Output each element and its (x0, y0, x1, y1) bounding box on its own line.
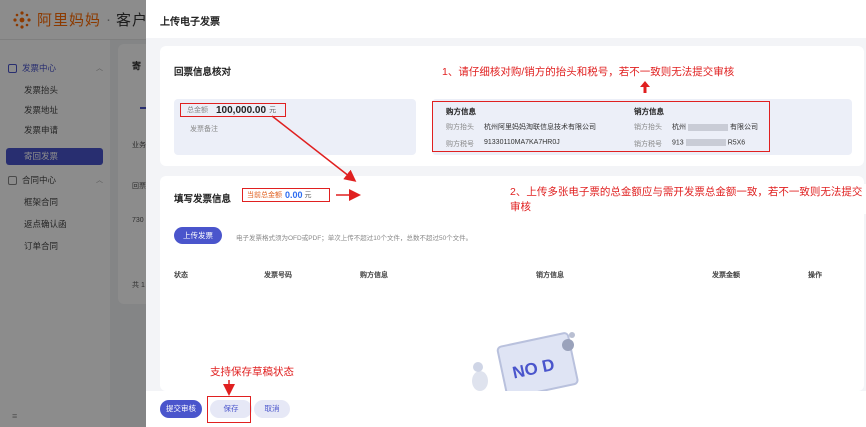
cancel-button[interactable]: 取消 (254, 400, 290, 418)
upload-invoice-drawer: 上传电子发票 回票信息核对 总金额 100,000.00 元 发票备注 购方信息… (146, 0, 866, 427)
upload-invoice-button[interactable]: 上传发票 (174, 227, 222, 244)
save-button-highlight (207, 396, 251, 423)
column-header-invoice-amount: 发票金额 (712, 272, 740, 279)
amount-summary: 总金额 100,000.00 元 发票备注 (174, 99, 416, 155)
column-header-buyer-info: 购方信息 (360, 272, 388, 279)
invoice-card-title: 填写发票信息 (174, 194, 232, 205)
drawer-footer: 提交审核 保存 取消 (146, 391, 866, 427)
arrow-up-icon (640, 81, 650, 93)
column-header-seller-info: 销方信息 (536, 272, 564, 279)
total-amount-label: 总金额 (187, 107, 208, 114)
total-amount-unit: 元 (269, 107, 277, 114)
empty-state-illustration: NO D (472, 332, 579, 391)
total-amount-value: 100,000.00 (216, 104, 267, 116)
annotation-save-draft: 支持保存草稿状态 (210, 366, 294, 378)
total-amount-highlight: 总金额 100,000.00 元 (180, 103, 286, 117)
submit-review-button[interactable]: 提交审核 (160, 400, 202, 418)
upload-tip: 电子发票格式须为OFD或PDF；单次上传不超过10个文件，总数不超过50个文件。 (236, 235, 473, 242)
annotation-verify: 1、请仔细核对购/销方的抬头和税号，若不一致则无法提交审核 (442, 66, 735, 78)
column-header-actions: 操作 (808, 272, 822, 279)
current-total-label: 当前总金额 (247, 192, 282, 199)
current-total-unit: 元 (304, 192, 312, 199)
column-header-invoice-number: 发票号码 (264, 272, 292, 279)
current-total-value: 0.00 (285, 190, 303, 200)
verify-card-title: 回票信息核对 (174, 67, 232, 78)
annotation-total-amount: 2、上传多张电子票的总金额应与需开发票总金额一致，若不一致则无法提交审核 (510, 184, 866, 214)
column-header-status: 状态 (174, 272, 188, 279)
party-info-highlight (432, 101, 770, 152)
drawer-title: 上传电子发票 (160, 17, 220, 28)
invoice-note-label: 发票备注 (190, 126, 218, 133)
drawer-header: 上传电子发票 (146, 0, 866, 38)
current-total-highlight: 当前总金额 0.00 元 (242, 188, 330, 202)
